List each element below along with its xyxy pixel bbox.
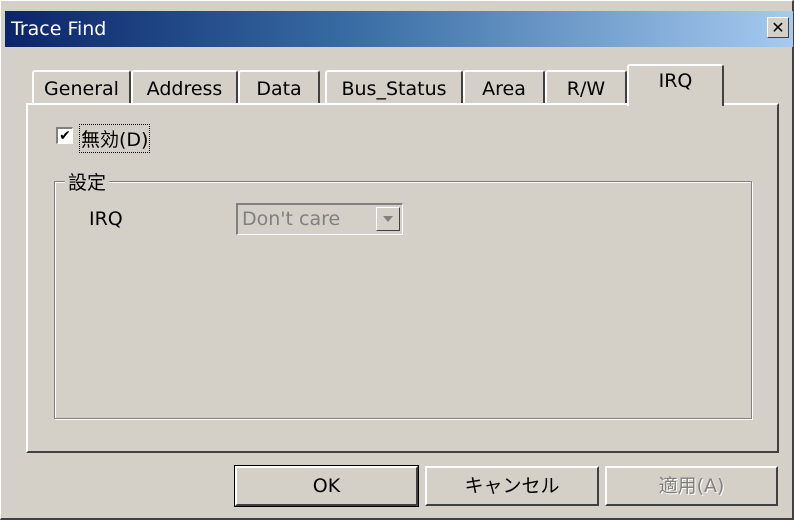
tab-data[interactable]: Data	[238, 70, 320, 104]
tab-label: Address	[146, 78, 223, 100]
chevron-down-icon	[383, 216, 393, 222]
close-icon: ✕	[771, 18, 785, 37]
irq-label: IRQ	[89, 208, 123, 230]
close-button[interactable]: ✕	[767, 17, 789, 38]
disable-checkbox-label[interactable]: 無効(D)	[78, 124, 151, 153]
tab-irq[interactable]: IRQ	[627, 64, 724, 106]
irq-tab-panel: ✔ 無効(D) 設定 IRQ Don't care	[26, 103, 779, 453]
ok-button[interactable]: OK	[234, 465, 419, 507]
irq-select-value: Don't care	[242, 208, 341, 230]
settings-group-legend: 設定	[65, 168, 110, 195]
settings-groupbox: 設定 IRQ Don't care	[54, 168, 752, 419]
checkmark-icon: ✔	[59, 128, 71, 144]
tab-bus-status[interactable]: Bus_Status	[325, 70, 463, 104]
tab-general[interactable]: General	[32, 70, 131, 104]
disable-checkbox[interactable]: ✔	[56, 127, 73, 144]
tab-label: Data	[256, 78, 302, 100]
tab-label: Area	[482, 78, 526, 100]
apply-button[interactable]: 適用(A)	[605, 466, 778, 506]
tab-label: General	[44, 78, 119, 100]
tab-rw[interactable]: R/W	[545, 70, 627, 104]
irq-select[interactable]: Don't care	[236, 203, 403, 235]
tab-area[interactable]: Area	[463, 70, 545, 104]
tab-label: R/W	[566, 78, 606, 100]
window-title: Trace Find	[11, 18, 107, 40]
title-bar[interactable]: Trace Find ✕	[5, 11, 793, 47]
tab-address[interactable]: Address	[131, 70, 238, 104]
irq-select-dropdown-button[interactable]	[376, 207, 400, 231]
cancel-button[interactable]: キャンセル	[425, 466, 599, 506]
tab-label: IRQ	[658, 70, 693, 92]
tab-label: Bus_Status	[341, 78, 447, 100]
trace-find-dialog: Trace Find ✕ General Address Data Bus_St…	[0, 0, 794, 520]
